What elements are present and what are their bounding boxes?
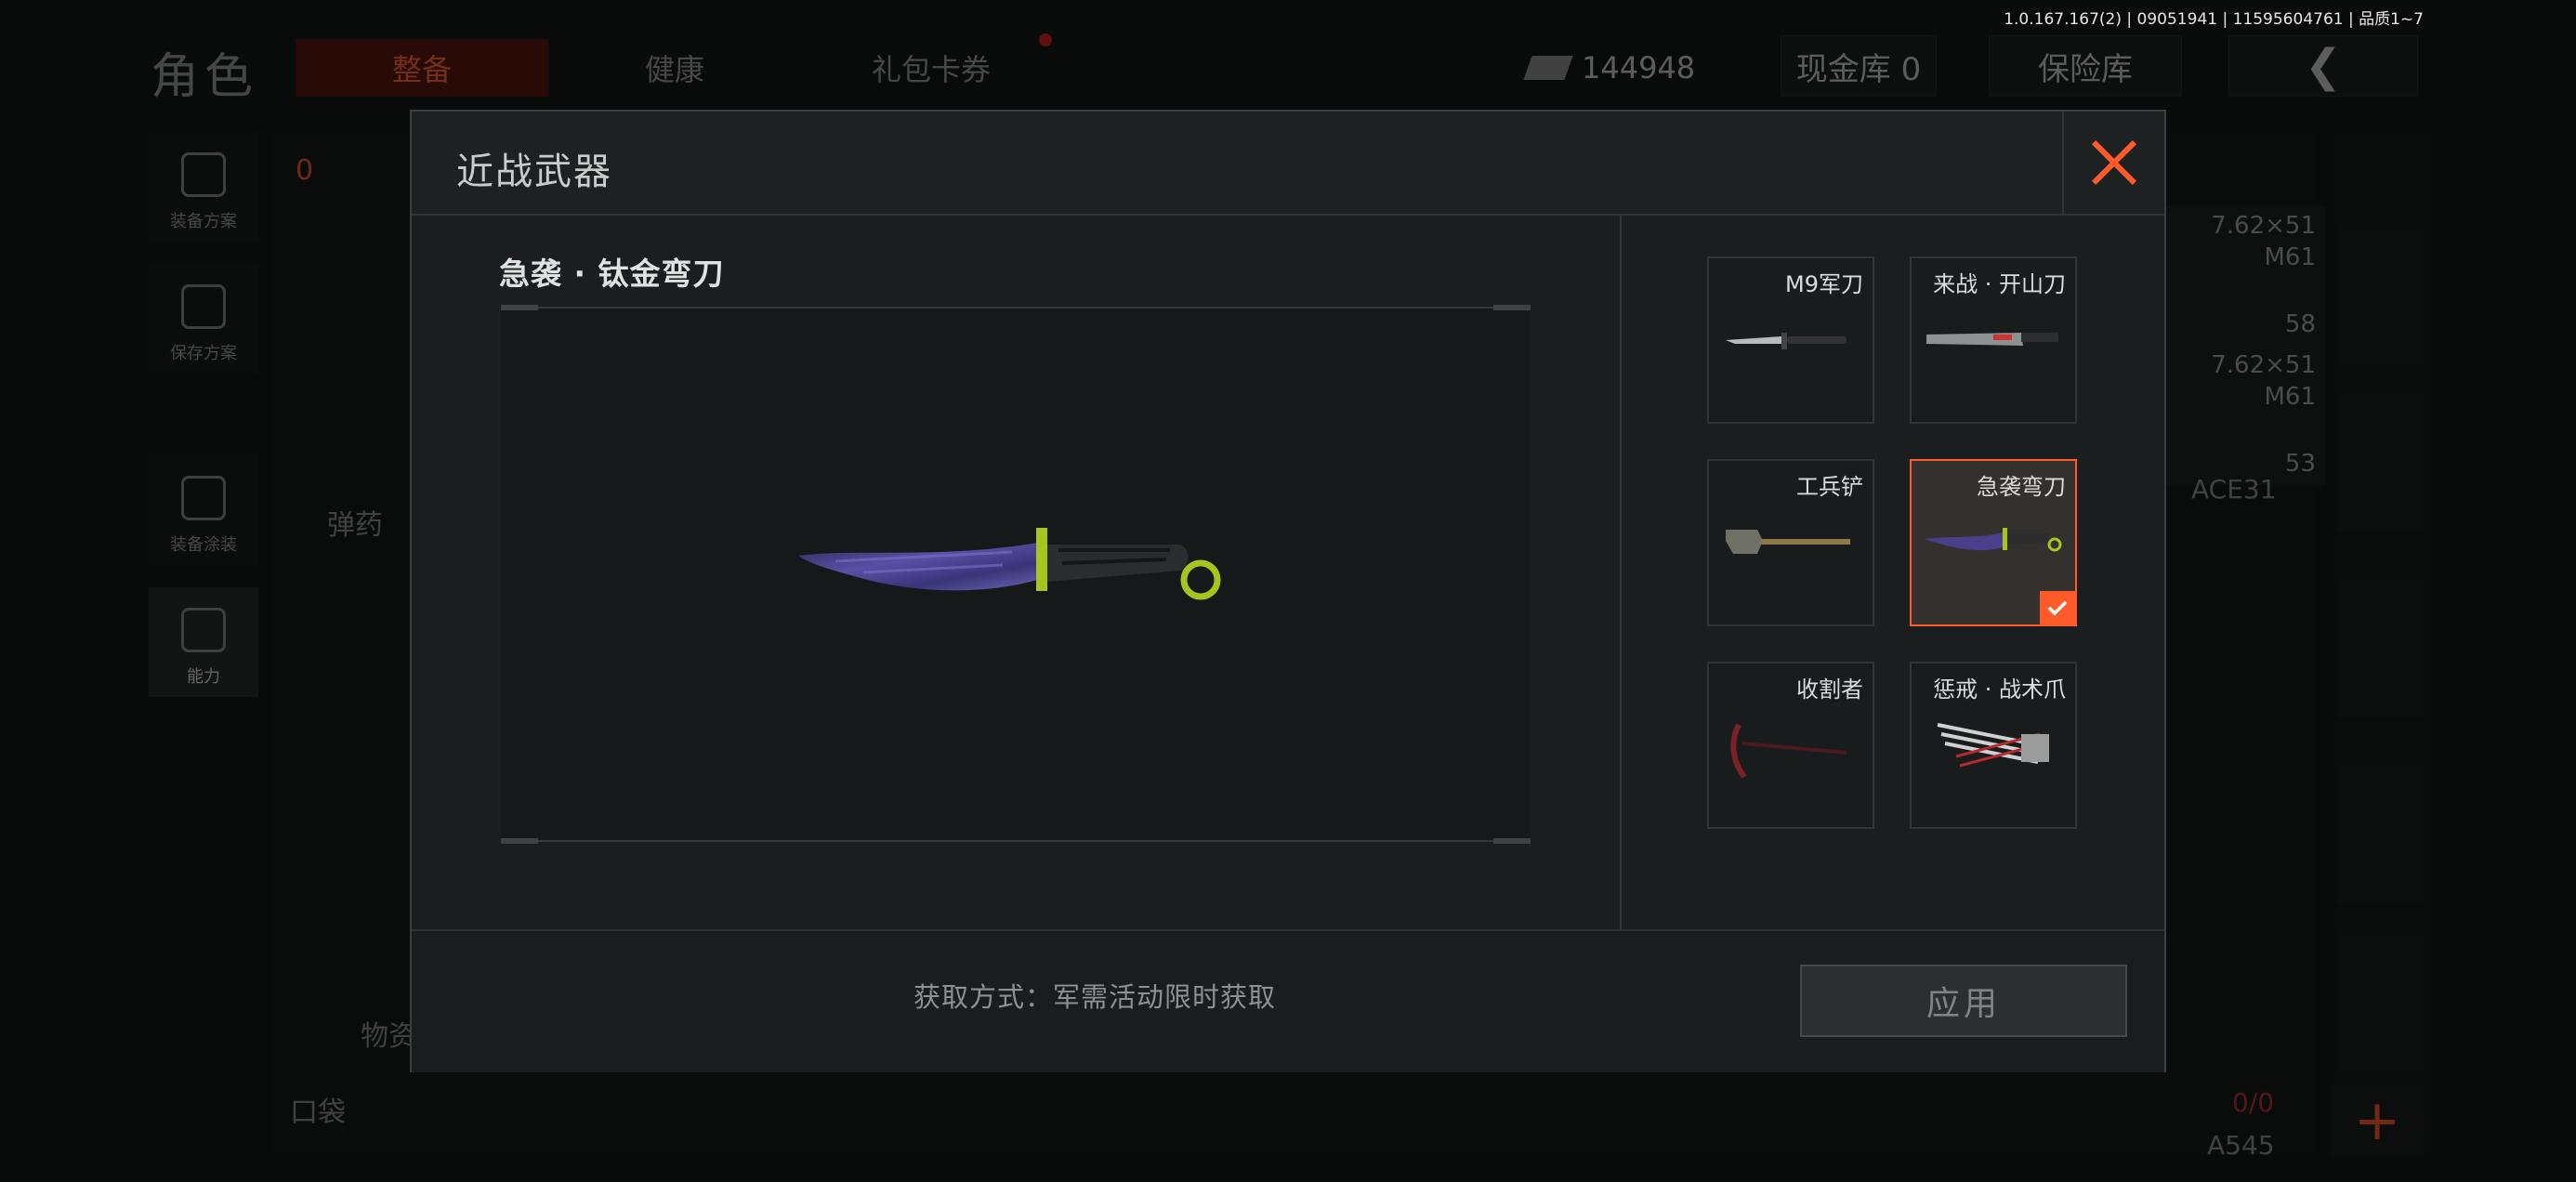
weapon-card-shovel[interactable]: 工兵铲: [1707, 459, 1874, 626]
back-button[interactable]: ❮: [2228, 35, 2418, 97]
helmet-icon: [181, 476, 226, 520]
frame-corner: [1493, 838, 1531, 844]
rail-ability[interactable]: 能力: [149, 587, 258, 697]
selected-check-icon: [2040, 591, 2075, 624]
dialog-title: 近战武器: [456, 151, 612, 193]
version-text: 1.0.167.167(2) | 09051941 | 11595604761 …: [2004, 10, 2424, 29]
back-chevron-icon: ❮: [2304, 40, 2343, 92]
tab-gift-cards[interactable]: 礼包卡券: [805, 39, 1058, 97]
right-rail: [2333, 132, 2429, 1154]
rail-slot[interactable]: [2338, 931, 2424, 1070]
preview-weapon-name: 急袭 · 钛金弯刀: [499, 256, 725, 292]
karambit-icon: [1925, 528, 2062, 552]
dialog-header: 近战武器: [412, 112, 2164, 216]
ammo-count: 0/0: [2232, 1087, 2275, 1118]
cash-vault-button[interactable]: 现金库 0: [1781, 35, 1937, 97]
karambit-preview-image: [798, 524, 1226, 626]
claw-icon: [1937, 723, 2049, 768]
weapon-card-machete[interactable]: 来战 · 开山刀: [1910, 256, 2077, 424]
supplies-label[interactable]: 物资: [361, 1013, 416, 1054]
shovel-icon: [1726, 530, 1850, 554]
rail-skins[interactable]: 装备涂装: [149, 455, 258, 565]
cash-icon: [1523, 56, 1573, 80]
scythe-icon: [1730, 723, 1847, 779]
weapon-card-reaper[interactable]: 收割者: [1707, 662, 1874, 829]
weapon-preview: [501, 305, 1531, 844]
panel-divider: [1620, 216, 1622, 1041]
add-button[interactable]: +: [2331, 1085, 2424, 1156]
machete-icon: [1926, 333, 2058, 346]
lightning-icon: [181, 608, 226, 652]
page-title: 角色: [151, 49, 259, 105]
weapon-card-karambit[interactable]: 急袭弯刀: [1910, 459, 2077, 626]
currency-amount: 144948: [1582, 50, 1696, 85]
apply-button[interactable]: 应用: [1800, 965, 2127, 1037]
vest-icon: [181, 152, 226, 197]
badge-count: 0: [296, 154, 314, 187]
close-button[interactable]: [2062, 112, 2164, 214]
rail-slot[interactable]: [2338, 764, 2424, 903]
close-icon: [2091, 139, 2137, 186]
melee-weapon-dialog: 近战武器 急袭 · 钛金弯刀 M9军刀 来战 · 开山刀 工兵铲 急袭弯刀 收割…: [410, 110, 2166, 1072]
rail-slot[interactable]: [2338, 392, 2424, 532]
pocket-label: 口袋: [290, 1097, 346, 1129]
rail-slot[interactable]: [2338, 578, 2424, 717]
insurance-vault-button[interactable]: 保险库: [1989, 35, 2182, 97]
currency-display: 144948: [1523, 39, 1714, 97]
rail-slot[interactable]: [2338, 225, 2424, 364]
tab-health[interactable]: 健康: [548, 39, 801, 97]
weapon-name: ACE31: [2191, 474, 2277, 505]
weapon-card-m9[interactable]: M9军刀: [1707, 256, 1874, 424]
bayonet-icon: [1726, 333, 1847, 349]
weapon-name-secondary: A545: [2207, 1130, 2275, 1161]
acquire-method-text: 获取方式：军需活动限时获取: [913, 981, 1277, 1013]
download-icon: [181, 284, 226, 329]
rail-loadout-plan[interactable]: 装备方案: [149, 132, 258, 242]
frame-corner: [501, 838, 538, 844]
weapon-card-claw[interactable]: 惩戒 · 战术爪: [1910, 662, 2077, 829]
notification-dot: [1039, 33, 1052, 46]
ammo-label[interactable]: 弹药: [327, 502, 383, 543]
frame-corner: [501, 305, 538, 310]
tab-equip[interactable]: 整备: [296, 39, 548, 97]
rail-save-plan[interactable]: 保存方案: [149, 264, 258, 374]
frame-corner: [1493, 305, 1531, 310]
